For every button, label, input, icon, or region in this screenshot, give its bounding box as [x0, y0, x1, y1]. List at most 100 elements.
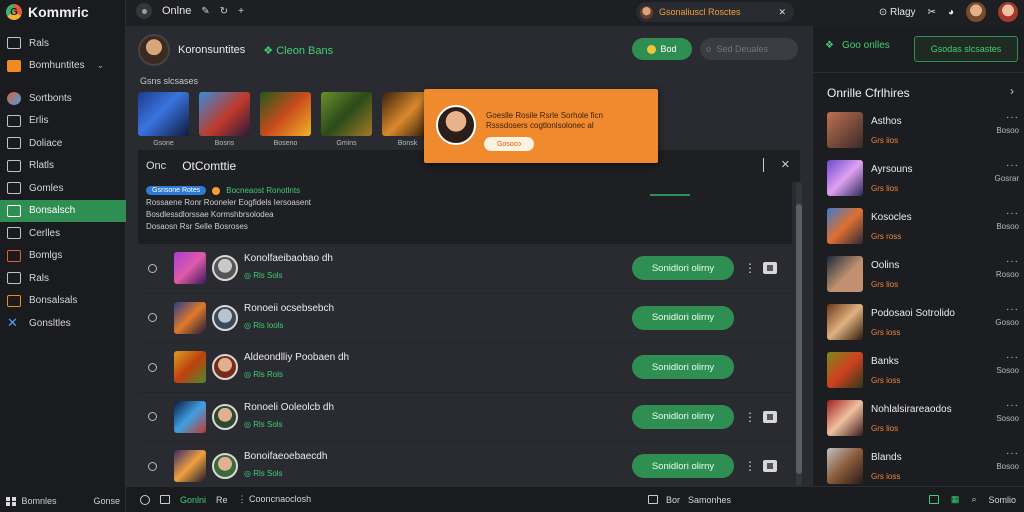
game-tile[interactable]: Gmins: [321, 92, 372, 147]
friend-item[interactable]: Kosocles Grs ross ··· Bosoo: [825, 202, 1019, 250]
online-button[interactable]: Bod: [632, 38, 692, 60]
more-icon[interactable]: ···: [1006, 112, 1019, 123]
more-icon[interactable]: ⋮: [744, 410, 756, 424]
sidebar-item-2[interactable]: Sortbonts: [0, 87, 126, 110]
chevron-down-icon[interactable]: ⌄: [97, 60, 105, 71]
avatar: [212, 403, 238, 430]
add-icon[interactable]: +: [238, 6, 244, 17]
layout-icon[interactable]: [928, 495, 939, 504]
friends-online-label[interactable]: ❖ Goo onlles: [825, 40, 890, 51]
more-icon[interactable]: ⋮: [744, 261, 756, 275]
chevron-icon[interactable]: ›: [1010, 84, 1014, 98]
search-input[interactable]: [716, 44, 789, 54]
popup-action-button[interactable]: Gosoco: [484, 137, 534, 151]
sidebar-item-11[interactable]: Bonsalsals: [0, 290, 126, 313]
sidebar-item-3[interactable]: Erlis: [0, 110, 126, 133]
sidebar-item-6[interactable]: Gomles: [0, 177, 126, 200]
radio-button[interactable]: [148, 362, 157, 372]
bottom-mid-label[interactable]: Samonhes: [688, 495, 731, 505]
friends-button[interactable]: Gsodas slcsastes: [914, 36, 1018, 62]
sidebar-item-9[interactable]: Bomlgs: [0, 245, 126, 268]
more-icon[interactable]: ···: [1006, 304, 1019, 315]
scrollbar[interactable]: [796, 182, 802, 486]
sidebar-item-1[interactable]: Bomhuntites ⌄: [0, 55, 126, 78]
sidebar-item-0[interactable]: Rals: [0, 32, 126, 55]
join-button[interactable]: Sonidlori olirny: [632, 404, 734, 429]
avatar[interactable]: [998, 2, 1018, 22]
close-icon[interactable]: ✕: [778, 7, 786, 18]
sidebar-item-5[interactable]: Rlatls: [0, 155, 126, 178]
brand[interactable]: G Kommric: [6, 4, 89, 20]
sidebar-footer-left[interactable]: Bomnles: [6, 496, 57, 506]
edit-icon[interactable]: ✎: [201, 6, 209, 17]
game-tile[interactable]: Boseno: [260, 92, 311, 147]
more-icon[interactable]: ···: [1006, 400, 1019, 411]
game-thumbnail: [174, 252, 206, 285]
more-icon[interactable]: ···: [1006, 448, 1019, 459]
join-button[interactable]: Sonidlori olirny: [632, 454, 734, 479]
display-icon[interactable]: [648, 495, 658, 504]
status-label[interactable]: Onlne: [162, 5, 191, 17]
bottom-link[interactable]: ⋮ Cooncnaoclosh: [238, 494, 312, 505]
more-icon[interactable]: ···: [1006, 256, 1019, 267]
chat-line: Rossaene Ronr Rooneler Eogfidels Iersoas…: [146, 198, 311, 207]
more-icon[interactable]: ⋮: [744, 459, 756, 473]
search-box[interactable]: ○: [700, 38, 798, 60]
grid-icon[interactable]: ▦: [951, 494, 960, 505]
bottom-right-label[interactable]: Somlio: [988, 495, 1016, 505]
search-icon[interactable]: ⌕: [971, 494, 976, 505]
join-button[interactable]: Sonidlori olirny: [632, 256, 734, 281]
more-icon[interactable]: ···: [1006, 352, 1019, 363]
game-thumbnail: [260, 92, 311, 136]
section-label: Gsns slcsases: [140, 76, 199, 86]
friend-time: Gosrar: [994, 174, 1019, 183]
avatar: [827, 304, 863, 340]
more-icon[interactable]: ···: [1006, 160, 1019, 171]
bottom-status-label[interactable]: Gonlni: [180, 495, 206, 505]
friend-item[interactable]: Oolins Grs lios ··· Rosoo: [825, 250, 1019, 298]
friend-item[interactable]: Nohlalsirareaodos Grs lios ··· Sosoo: [825, 394, 1019, 442]
friend-item[interactable]: Ayrsouns Grs lios ··· Gosrar: [825, 154, 1019, 202]
sidebar-item-10[interactable]: Rals: [0, 267, 126, 290]
avatar[interactable]: [138, 34, 170, 66]
sidebar-item-label: Bomlgs: [29, 250, 63, 262]
sidebar-item-12[interactable]: ✕ Gonsltles: [0, 312, 126, 335]
friend-item[interactable]: Podosaoi Sotrolido Grs ioss ··· Gosoo: [825, 298, 1019, 346]
square-icon[interactable]: [763, 410, 777, 423]
friend-item[interactable]: Blands Grs ioss ··· Bosoo: [825, 442, 1019, 490]
list-item: Ronoeii ocsebsebch ◎ Rls lools Sonidlori…: [138, 294, 792, 343]
notification-pill[interactable]: Gsonaliuscl Rosctes ✕: [636, 2, 794, 22]
game-tile[interactable]: Bosns: [199, 92, 250, 147]
square-icon[interactable]: [763, 460, 777, 473]
close-icon[interactable]: ✕: [781, 158, 790, 171]
game-tile[interactable]: Gsone: [138, 92, 189, 147]
window-icon[interactable]: [160, 495, 170, 504]
tools-icon[interactable]: ✂: [928, 7, 936, 18]
status-dot-button[interactable]: [136, 3, 152, 19]
coin-icon: [212, 186, 221, 195]
join-button[interactable]: Sonidlori olirny: [632, 355, 734, 380]
chat-icon[interactable]: [140, 494, 150, 505]
friend-item[interactable]: Banks Grs ioss ··· Sosoo: [825, 346, 1019, 394]
card-icon: [7, 272, 21, 285]
sidebar-item-8[interactable]: Cerlles: [0, 222, 126, 245]
radio-button[interactable]: [148, 412, 157, 422]
more-icon[interactable]: ···: [1006, 208, 1019, 219]
profile-link[interactable]: ⊙ Rlagy: [879, 7, 916, 18]
scrollbar-thumb[interactable]: [796, 204, 802, 474]
radio-button[interactable]: [148, 461, 157, 471]
game-caption: Bonsk: [397, 140, 418, 147]
refresh-icon[interactable]: ↻: [220, 6, 228, 17]
sidebar-item-4[interactable]: Doliace: [0, 132, 126, 155]
radio-button[interactable]: [148, 263, 157, 273]
radio-button[interactable]: [148, 313, 157, 323]
avatar[interactable]: [966, 2, 986, 22]
sidebar-item-7[interactable]: Bonsalsch: [0, 199, 134, 222]
square-icon[interactable]: [763, 262, 777, 275]
friend-item[interactable]: Asthos Grs iios ··· Bosoo: [825, 106, 1019, 154]
sidebar-footer-right[interactable]: Gonse: [93, 496, 120, 506]
sidebar-item-label: Erlis: [29, 115, 49, 127]
grid-icon: [6, 496, 16, 506]
palette-icon[interactable]: ◕: [948, 7, 954, 18]
join-button[interactable]: Sonidlori olirny: [632, 305, 734, 330]
